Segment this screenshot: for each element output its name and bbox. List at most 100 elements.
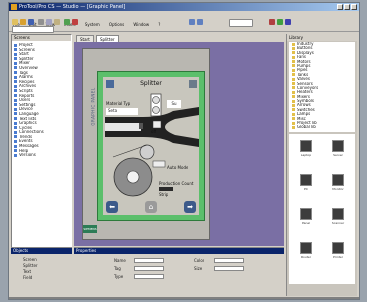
gallery-label: Printer: [333, 255, 343, 259]
gallery-label: Server: [333, 153, 343, 157]
design-canvas[interactable]: Start Splitter GRAPHIC PANEL SIEMENS Spl…: [74, 34, 284, 246]
library-tree: Industry Buttons Displays Fans Motors Pu…: [289, 42, 355, 132]
gallery-label: Monitor: [332, 187, 344, 191]
library-header: Library: [287, 34, 358, 41]
app-icon: [11, 4, 17, 10]
order-icon[interactable]: [285, 19, 291, 25]
hmi-frame: Splitter Material Typ Seta Su off Auto M…: [97, 71, 205, 221]
gallery-label: Router: [301, 255, 311, 259]
minimize-button[interactable]: [337, 4, 343, 10]
hmi-screen[interactable]: Splitter Material Typ Seta Su off Auto M…: [103, 77, 199, 215]
paste-icon[interactable]: [54, 19, 60, 25]
tab-start[interactable]: Start: [76, 35, 94, 42]
prop-label: Size: [194, 266, 203, 271]
panel-device: GRAPHIC PANEL SIEMENS Splitter Material …: [82, 48, 210, 240]
production-count-value: Strip: [159, 192, 169, 197]
guide-roller: [139, 144, 155, 160]
auto-toggle: [152, 160, 166, 168]
gallery-item[interactable]: Printer: [323, 240, 353, 266]
device-side-text: GRAPHIC PANEL: [90, 87, 96, 126]
gallery-item[interactable]: Server: [323, 138, 353, 164]
tree-item[interactable]: Versions: [14, 153, 69, 158]
zoom-out-icon[interactable]: [197, 19, 203, 25]
object-item[interactable]: Field: [23, 275, 32, 280]
gallery-item[interactable]: Panel: [291, 206, 321, 232]
gallery-item[interactable]: Monitor: [323, 172, 353, 198]
prop-type-field[interactable]: [134, 274, 164, 279]
speed-readout[interactable]: Su: [167, 100, 181, 108]
speed-indicator: [152, 120, 162, 129]
device-brand: SIEMENS: [83, 225, 97, 233]
material-type-field[interactable]: Seta: [106, 108, 138, 115]
project-tree-panel: Screens Project Screens Start Splitter M…: [11, 34, 72, 259]
splitter-valve-top: [152, 96, 160, 104]
zoom-select[interactable]: [229, 19, 253, 27]
compile-icon[interactable]: [64, 19, 70, 25]
prop-tag-field[interactable]: [134, 266, 164, 271]
nav-next-button[interactable]: ➡: [184, 201, 196, 213]
copy-icon[interactable]: [46, 19, 52, 25]
object-list-panel: Objects Screen Splitter Text Field: [11, 247, 72, 297]
properties-panel: Properties Name Tag Type Color Size: [74, 247, 284, 297]
nav-prev-button[interactable]: ⬅: [106, 201, 118, 213]
printer-icon: [332, 242, 344, 254]
cut-icon[interactable]: [38, 19, 44, 25]
prop-size-field[interactable]: [214, 266, 244, 271]
tab-splitter[interactable]: Splitter: [96, 35, 119, 42]
strip-highlight: [105, 123, 141, 131]
prop-label: Color: [194, 258, 205, 263]
prop-label: Type: [114, 274, 124, 279]
maximize-button[interactable]: [344, 4, 350, 10]
gallery-item[interactable]: Router: [291, 240, 321, 266]
close-button[interactable]: [351, 4, 357, 10]
press-icon: [139, 123, 143, 129]
auto-mode-label: Auto Mode: [167, 165, 189, 170]
gallery-item[interactable]: PC: [291, 172, 321, 198]
production-count-label: Production Count: [159, 181, 194, 186]
gallery-label: PC: [304, 187, 308, 191]
panel-icon: [300, 208, 312, 220]
prop-name-field[interactable]: [134, 258, 164, 263]
object-gallery: Laptop Server PC Monitor Panel Scanner R…: [289, 134, 355, 284]
splitter-valve-bottom: [152, 106, 160, 114]
production-bar: [159, 187, 173, 191]
prop-color-field[interactable]: [214, 258, 244, 263]
align-icon[interactable]: [269, 19, 275, 25]
object-item[interactable]: Splitter: [23, 263, 38, 268]
hmi-graphics: [105, 80, 199, 197]
zoom-in-icon[interactable]: [189, 19, 195, 25]
window-title: ProTool/Pro CS — Studio — [Graphic Panel…: [19, 4, 126, 10]
reel-hub: [126, 170, 140, 184]
toolbar: [9, 18, 359, 33]
properties-header: Properties: [74, 248, 284, 254]
scanner-icon: [332, 208, 344, 220]
status-bar: [9, 297, 359, 299]
title-bar: ProTool/Pro CS — Studio — [Graphic Panel…: [9, 3, 359, 11]
open-icon[interactable]: [20, 19, 26, 25]
group-icon[interactable]: [277, 19, 283, 25]
hmi-title: Splitter: [140, 80, 162, 87]
new-icon[interactable]: [12, 19, 18, 25]
app-window: ProTool/Pro CS — Studio — [Graphic Panel…: [9, 3, 359, 299]
laptop-icon: [300, 140, 312, 152]
hmi-logo-icon: [106, 80, 114, 88]
material-type-label: Material Typ: [106, 101, 131, 106]
gallery-label: Panel: [301, 221, 311, 225]
object-item[interactable]: Text: [23, 269, 31, 274]
server-icon: [332, 140, 344, 152]
device-side-label: GRAPHIC PANEL: [85, 59, 96, 159]
gallery-item[interactable]: Laptop: [291, 138, 321, 164]
object-item[interactable]: Screen: [23, 257, 37, 262]
monitor-icon: [332, 174, 344, 186]
hmi-alarm-icon: [189, 80, 197, 88]
object-select[interactable]: [12, 26, 54, 33]
library-item[interactable]: Global lib: [289, 125, 355, 129]
transfer-icon[interactable]: [72, 19, 78, 25]
prop-label: Tag: [114, 266, 121, 271]
nav-home-button[interactable]: ⌂: [145, 201, 157, 213]
gallery-label: Laptop: [300, 153, 312, 157]
screen-tabs: Start Splitter: [74, 34, 284, 42]
save-icon[interactable]: [28, 19, 34, 25]
gallery-item[interactable]: Scanner: [323, 206, 353, 232]
off-label: off: [151, 129, 157, 134]
